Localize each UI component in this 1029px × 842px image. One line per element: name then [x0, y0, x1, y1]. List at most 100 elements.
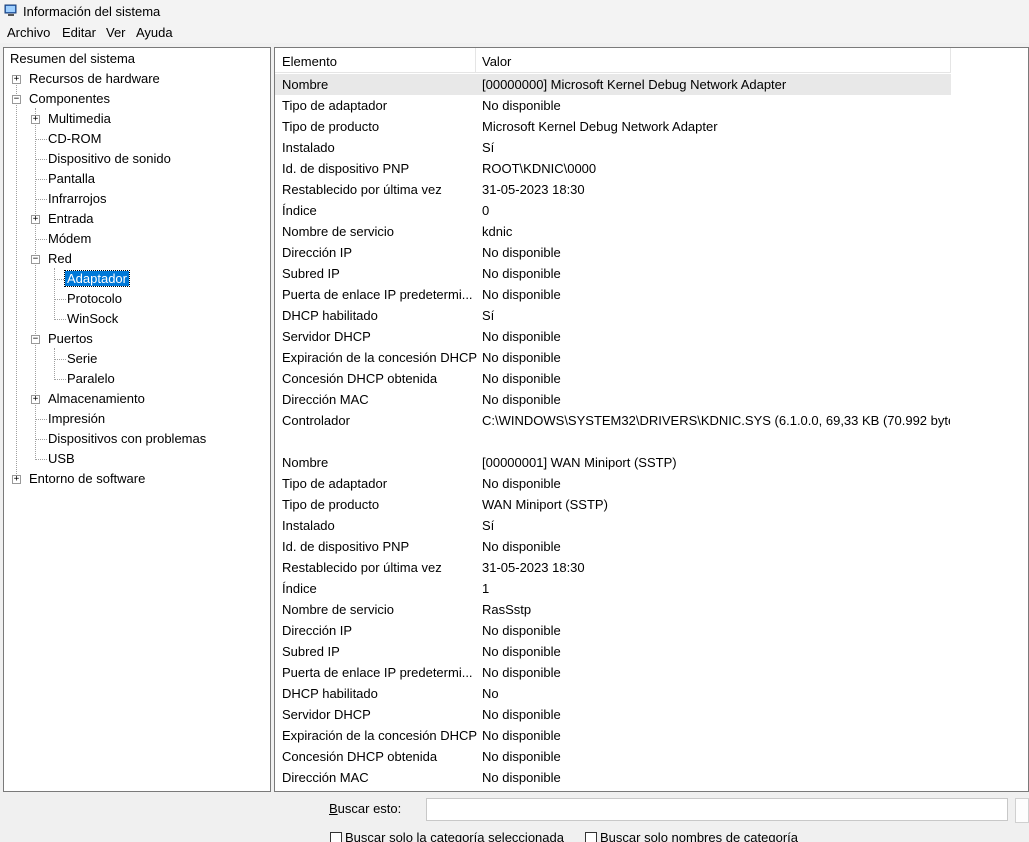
collapse-icon[interactable]: − [31, 255, 40, 264]
tree-item-label: Entrada [48, 211, 94, 226]
column-header-valor[interactable]: Valor [482, 54, 511, 69]
tree-item-entrada[interactable]: Entrada [46, 210, 96, 228]
table-row[interactable]: Servidor DHCP No disponible [275, 704, 951, 725]
column-divider[interactable] [950, 48, 951, 72]
tree-item-winsock[interactable]: WinSock [65, 310, 120, 328]
tree-item-adaptador[interactable]: Adaptador [64, 270, 130, 288]
tree-item-cdrom[interactable]: CD-ROM [46, 130, 103, 148]
tree-item-paralelo[interactable]: Paralelo [65, 370, 117, 388]
table-row[interactable]: Nombre [00000001] WAN Miniport (SSTP) [275, 452, 951, 473]
tree-item-pantalla[interactable]: Pantalla [46, 170, 97, 188]
table-row[interactable]: Restablecido por última vez 31-05-2023 18… [275, 179, 951, 200]
category-tree[interactable]: Resumen del sistema + Recursos de hardwa… [3, 47, 271, 792]
tree-item-modem[interactable]: Módem [46, 230, 93, 248]
expand-icon[interactable]: + [12, 475, 21, 484]
cell-elemento: Restablecido por última vez [282, 560, 442, 575]
system-info-icon [4, 4, 17, 16]
cell-valor: [00000000] Microsoft Kernel Debug Networ… [482, 77, 787, 92]
collapse-icon[interactable]: − [31, 335, 40, 344]
menu-ayuda[interactable]: Ayuda [136, 25, 173, 40]
table-row[interactable]: Dirección MAC No disponible [275, 767, 951, 788]
list-rows: Nombre [00000000] Microsoft Kernel Debug … [275, 74, 951, 788]
table-row[interactable]: Servidor DHCP No disponible [275, 326, 951, 347]
table-row[interactable]: Dirección IP No disponible [275, 242, 951, 263]
checkbox-box[interactable] [330, 831, 342, 842]
cell-valor: 31-05-2023 18:30 [482, 182, 585, 197]
tree-item-usb[interactable]: USB [46, 450, 77, 468]
tree-item-almacenamiento[interactable]: Almacenamiento [46, 390, 147, 408]
table-row[interactable]: Expiración de la concesión DHCP No dispon… [275, 347, 951, 368]
table-row[interactable]: Instalado Sí [275, 137, 951, 158]
table-row[interactable]: Nombre de servicio RasSstp [275, 599, 951, 620]
column-header-elemento[interactable]: Elemento [282, 54, 337, 69]
table-row[interactable]: Expiración de la concesión DHCP No dispon… [275, 725, 951, 746]
table-row[interactable]: Restablecido por última vez 31-05-2023 18… [275, 557, 951, 578]
table-row[interactable]: Tipo de producto Microsoft Kernel Debug N… [275, 116, 951, 137]
tree-item-label: Protocolo [67, 291, 122, 306]
details-list[interactable]: Elemento Valor Nombre [00000000] Microsof… [274, 47, 1029, 792]
tree-item-red[interactable]: Red [46, 250, 74, 268]
table-row[interactable]: Concesión DHCP obtenida No disponible [275, 368, 951, 389]
table-row[interactable]: DHCP habilitado Sí [275, 305, 951, 326]
table-row[interactable]: Tipo de adaptador No disponible [275, 95, 951, 116]
tree-item-multimedia[interactable]: Multimedia [46, 110, 113, 128]
cell-valor: No disponible [482, 644, 561, 659]
cell-elemento: Tipo de adaptador [282, 476, 388, 491]
table-row[interactable]: Puerta de enlace IP predetermi... No disp… [275, 284, 951, 305]
tree-item-serie[interactable]: Serie [65, 350, 99, 368]
table-row[interactable]: Instalado Sí [275, 515, 951, 536]
tree-item-sonido[interactable]: Dispositivo de sonido [46, 150, 173, 168]
cell-elemento: Instalado [282, 518, 335, 533]
table-row[interactable]: Nombre [00000000] Microsoft Kernel Debug … [275, 74, 951, 95]
checkbox-box[interactable] [585, 831, 597, 842]
tree-item-software[interactable]: Entorno de software [27, 470, 147, 488]
checkbox-category-names[interactable]: Buscar solo nombres de categoría [585, 830, 798, 842]
tree-connector [54, 268, 55, 320]
tree-item-resumen[interactable]: Resumen del sistema [8, 50, 137, 68]
tree-item-problemas[interactable]: Dispositivos con problemas [46, 430, 208, 448]
tree-item-puertos[interactable]: Puertos [46, 330, 95, 348]
table-row[interactable] [275, 431, 951, 452]
expand-icon[interactable]: + [31, 115, 40, 124]
collapse-icon[interactable]: − [12, 95, 21, 104]
table-row[interactable]: Nombre de servicio kdnic [275, 221, 951, 242]
table-row[interactable]: DHCP habilitado No [275, 683, 951, 704]
expand-icon[interactable]: + [31, 215, 40, 224]
tree-item-label: Adaptador [64, 270, 130, 287]
menu-archivo[interactable]: Archivo [7, 25, 50, 40]
cell-valor: Sí [482, 140, 495, 155]
tree-item-impresion[interactable]: Impresión [46, 410, 107, 428]
table-row[interactable]: Id. de dispositivo PNP ROOT\KDNIC\0000 [275, 158, 951, 179]
table-row[interactable]: Índice 0 [275, 200, 951, 221]
menu-ver[interactable]: Ver [106, 25, 126, 40]
checkbox-selected-category[interactable]: Buscar solo la categoría seleccionada [330, 830, 564, 842]
table-row[interactable]: Dirección IP No disponible [275, 620, 951, 641]
table-row[interactable]: Subred IP No disponible [275, 263, 951, 284]
table-row[interactable]: Índice 1 [275, 578, 951, 599]
cell-valor: No disponible [482, 728, 561, 743]
table-row[interactable]: Dirección MAC No disponible [275, 389, 951, 410]
cell-elemento: Nombre de servicio [282, 224, 394, 239]
cell-elemento: Id. de dispositivo PNP [282, 161, 410, 176]
tree-item-componentes[interactable]: Componentes [27, 90, 112, 108]
search-button[interactable] [1015, 798, 1029, 823]
tree-item-protocolo[interactable]: Protocolo [65, 290, 124, 308]
table-row[interactable]: Controlador C:\WINDOWS\SYSTEM32\DRIVERS\K… [275, 410, 951, 431]
table-row[interactable]: Tipo de producto WAN Miniport (SSTP) [275, 494, 951, 515]
expand-icon[interactable]: + [31, 395, 40, 404]
table-row[interactable]: Tipo de adaptador No disponible [275, 473, 951, 494]
tree-item-infrarrojos[interactable]: Infrarrojos [46, 190, 109, 208]
table-row[interactable]: Concesión DHCP obtenida No disponible [275, 746, 951, 767]
table-row[interactable]: Subred IP No disponible [275, 641, 951, 662]
tree-connector [54, 348, 55, 380]
table-row[interactable]: Puerta de enlace IP predetermi... No disp… [275, 662, 951, 683]
cell-valor: No disponible [482, 98, 561, 113]
column-divider[interactable] [475, 48, 476, 72]
table-row[interactable]: Id. de dispositivo PNP No disponible [275, 536, 951, 557]
search-input[interactable] [426, 798, 1008, 821]
tree-item-hardware[interactable]: Recursos de hardware [27, 70, 162, 88]
cell-elemento: Concesión DHCP obtenida [282, 371, 438, 386]
menu-editar[interactable]: Editar [62, 25, 96, 40]
cell-valor: No [482, 686, 499, 701]
expand-icon[interactable]: + [12, 75, 21, 84]
